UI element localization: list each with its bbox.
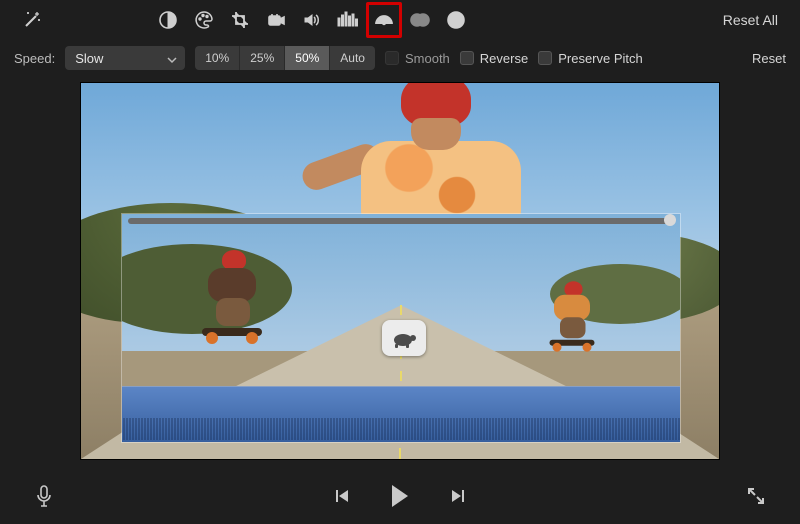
microphone-icon[interactable]: [24, 476, 64, 516]
adjust-toolbar: Reset All: [0, 0, 800, 40]
preserve-pitch-checkbox[interactable]: Preserve Pitch: [538, 51, 643, 66]
play-icon[interactable]: [380, 476, 420, 516]
reset-button[interactable]: Reset: [746, 51, 786, 66]
smooth-label: Smooth: [405, 51, 450, 66]
volume-icon[interactable]: [294, 2, 330, 38]
info-icon[interactable]: [438, 2, 474, 38]
video-viewer[interactable]: [80, 82, 720, 460]
clip-top-bar[interactable]: [128, 218, 674, 224]
checkbox-box: [538, 51, 552, 65]
checkbox-box: [460, 51, 474, 65]
speed-controls-row: Speed: Slow 10% 25% 50% Auto Smooth Reve…: [0, 40, 800, 76]
contrast-icon[interactable]: [150, 2, 186, 38]
skip-start-icon[interactable]: [322, 476, 362, 516]
reverse-checkbox[interactable]: Reverse: [460, 51, 528, 66]
speed-dropdown-value: Slow: [75, 51, 103, 66]
overlap-circles-icon[interactable]: [402, 2, 438, 38]
speed-seg-10[interactable]: 10%: [195, 46, 240, 70]
speed-seg-50[interactable]: 50%: [285, 46, 330, 70]
stabilize-icon[interactable]: [258, 2, 294, 38]
waveform: [122, 418, 680, 440]
transport-bar: [0, 468, 800, 524]
crop-icon[interactable]: [222, 2, 258, 38]
magic-wand-icon[interactable]: [14, 2, 50, 38]
checkbox-box: [385, 51, 399, 65]
equalizer-icon[interactable]: [330, 2, 366, 38]
speed-gauge-icon[interactable]: [366, 2, 402, 38]
smooth-checkbox: Smooth: [385, 51, 450, 66]
clip-skater-left: [202, 250, 262, 340]
chevron-down-icon: [167, 53, 177, 68]
expand-icon[interactable]: [736, 476, 776, 516]
turtle-icon: [382, 320, 426, 356]
speed-label: Speed:: [14, 51, 55, 66]
clip-skater-right: [550, 281, 595, 349]
skip-end-icon[interactable]: [438, 476, 478, 516]
speed-seg-auto[interactable]: Auto: [330, 46, 375, 70]
palette-icon[interactable]: [186, 2, 222, 38]
clip-handle-dot[interactable]: [664, 214, 676, 226]
speed-seg-25[interactable]: 25%: [240, 46, 285, 70]
speed-segments: 10% 25% 50% Auto: [195, 46, 375, 70]
audio-waveform-band[interactable]: [122, 386, 680, 442]
reverse-label: Reverse: [480, 51, 528, 66]
reset-all-button[interactable]: Reset All: [715, 8, 786, 32]
preserve-pitch-label: Preserve Pitch: [558, 51, 643, 66]
speed-dropdown[interactable]: Slow: [65, 46, 185, 70]
clip-overlay[interactable]: [121, 213, 681, 443]
